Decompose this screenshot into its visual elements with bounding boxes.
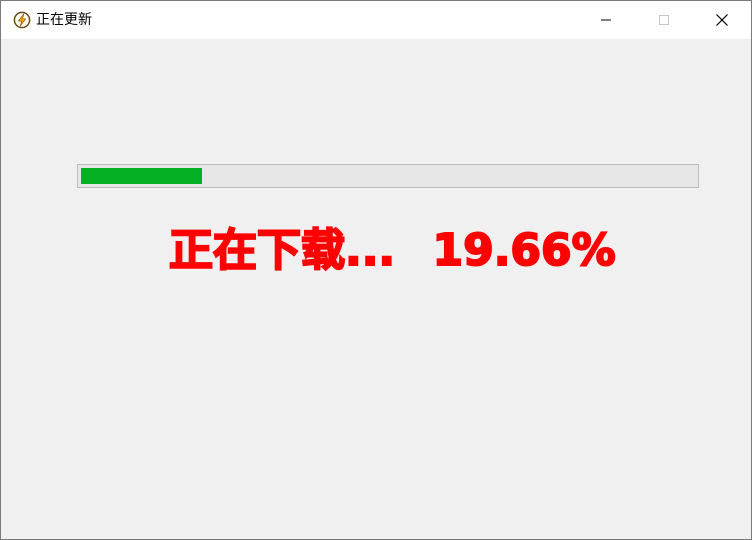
close-button[interactable]: [693, 1, 751, 39]
download-status-label: 正在下载...: [168, 224, 396, 277]
maximize-icon: [659, 15, 669, 25]
download-progress-fill: [81, 168, 202, 184]
close-icon: [716, 14, 728, 26]
download-percentage: 19.66%: [431, 224, 616, 277]
window-controls: [577, 1, 751, 39]
minimize-icon: [601, 19, 611, 21]
window-title: 正在更新: [36, 12, 92, 28]
title-bar[interactable]: 正在更新: [1, 1, 751, 39]
download-status-text: 正在下载... 19.66%: [168, 219, 729, 283]
lightning-bolt-icon: [13, 11, 31, 29]
minimize-button[interactable]: [577, 1, 635, 39]
download-progress-bar: [77, 164, 699, 188]
maximize-button[interactable]: [635, 1, 693, 39]
update-window: 正在更新 正在下载... 19.66%: [0, 0, 752, 540]
window-content: 正在下载... 19.66%: [1, 39, 751, 539]
